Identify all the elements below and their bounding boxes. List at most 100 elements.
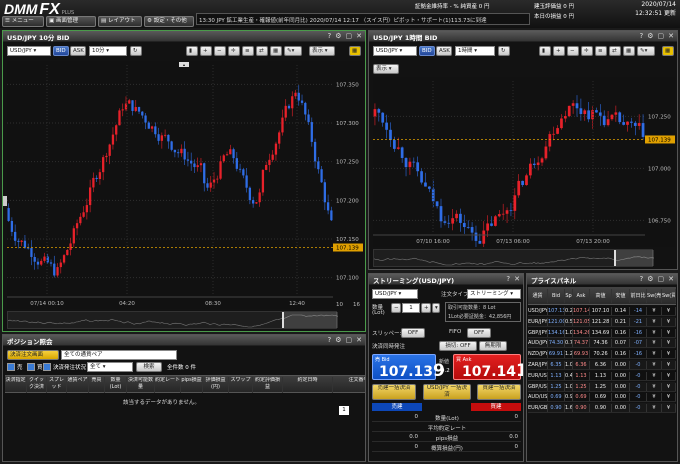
popout-icon[interactable]: ▢ xyxy=(658,275,665,283)
fifo-toggle[interactable]: OFF xyxy=(467,328,491,338)
positions-column-header[interactable]: 約定評価損益 xyxy=(253,377,283,393)
price-panel-column-header[interactable]: 通貨 xyxy=(528,289,548,303)
price-panel-column-header[interactable]: Sw(買) xyxy=(662,289,676,303)
pair-filter-input[interactable]: 全ての通貨ペア xyxy=(61,350,177,360)
compare-button[interactable]: ⇄ xyxy=(609,46,621,56)
slippage-toggle[interactable]: OFF xyxy=(401,328,425,338)
positions-column-header[interactable]: 決済指定 xyxy=(5,377,27,393)
positions-column-header[interactable]: 決済可能数量 xyxy=(127,377,155,393)
bulk-settle-all-button[interactable]: USD/JPY 一括決済 xyxy=(423,384,471,400)
search-button[interactable]: 検索 xyxy=(136,362,162,372)
draw-tool-button[interactable]: ✎▾ xyxy=(284,46,302,56)
ask-toggle[interactable]: ASK xyxy=(436,46,452,56)
layout-button[interactable]: ▤ レイアウト xyxy=(98,16,142,27)
chart-settings-button[interactable]: ▦ xyxy=(349,46,361,56)
order-type-select[interactable]: ストリーミング ▾ xyxy=(467,289,521,299)
gear-icon[interactable]: ⚙ xyxy=(647,32,653,40)
display-select[interactable]: 表示 ▾ xyxy=(373,64,399,74)
zoom-in-button[interactable]: + xyxy=(200,46,212,56)
draw-tool-button[interactable]: ✎▾ xyxy=(637,46,655,56)
bulk-settle-sell-button[interactable]: 売建一括決済 xyxy=(372,384,416,400)
chart-scroll-left[interactable] xyxy=(3,196,7,206)
overview-window[interactable] xyxy=(282,312,338,328)
timeframe-select[interactable]: 10分 ▾ xyxy=(89,46,127,56)
bulk-settle-buy-button[interactable]: 買建一括決済 xyxy=(477,384,521,400)
price-panel-row[interactable]: EUR/GBP0.901.60.900.900.00-0¥¥ xyxy=(528,403,676,414)
sell-button[interactable]: 売 Bid 107.139 xyxy=(372,354,445,381)
price-panel-column-header[interactable]: 高値 xyxy=(590,289,612,303)
price-panel-column-header[interactable]: 安値 xyxy=(612,289,630,303)
grid-button[interactable]: ▦ xyxy=(270,46,282,56)
price-panel-column-header[interactable]: 前日比 xyxy=(630,289,647,303)
price-panel-row[interactable]: GBP/JPY 134.16 1.0 134.26 134.69 0.16 -16 ¥ ¥ xyxy=(528,327,676,338)
price-panel-row[interactable]: NZD/JPY 69.91 1.2 69.93 70.26 0.16 -16 ¥ ¥ xyxy=(528,349,676,360)
gear-icon[interactable]: ⚙ xyxy=(647,275,653,283)
indicator-button[interactable]: ≡ xyxy=(242,46,254,56)
positions-column-header[interactable]: 約定日時 xyxy=(283,377,333,393)
help-icon[interactable]: ? xyxy=(640,32,644,40)
symbol-select[interactable]: USD/JPY ▾ xyxy=(7,46,51,56)
checkbox-buy[interactable] xyxy=(27,363,35,371)
overview-strip[interactable] xyxy=(373,249,655,267)
price-panel-column-header[interactable]: Bid xyxy=(548,289,565,303)
chart-collapse-handle[interactable]: ▴ xyxy=(179,62,189,67)
timeframe-select[interactable]: 1時間 ▾ xyxy=(455,46,495,56)
price-panel-row[interactable]: EUR/USD1.130.41.131.130.00-0¥¥ xyxy=(528,370,676,381)
crosshair-button[interactable]: ✛ xyxy=(581,46,593,56)
positions-column-header[interactable]: 数量(Lot) xyxy=(105,377,127,393)
gear-icon[interactable]: ⚙ xyxy=(335,336,341,344)
indicator-button[interactable]: ≡ xyxy=(595,46,607,56)
streaming-symbol-select[interactable]: USD/JPY ▾ xyxy=(372,289,418,299)
help-icon[interactable]: ? xyxy=(640,275,644,283)
bid-toggle[interactable]: BID xyxy=(53,46,69,56)
positions-column-header[interactable]: クイック決済 xyxy=(27,377,47,393)
refresh-button[interactable]: ↻ xyxy=(130,46,142,56)
candle-type-button[interactable]: ▮ xyxy=(539,46,551,56)
grid-button[interactable]: ▦ xyxy=(623,46,635,56)
menu-button[interactable]: ☰ メニュー xyxy=(2,16,44,27)
close-icon[interactable]: ✕ xyxy=(514,275,520,283)
qty-input[interactable]: 1 xyxy=(402,303,420,313)
settings-button[interactable]: ⚙ 設定・その他 xyxy=(144,16,194,27)
price-panel-row[interactable]: AUD/USD0.690.90.690.690.00-0¥¥ xyxy=(528,392,676,403)
positions-column-header[interactable]: 注文番号 xyxy=(333,377,365,393)
buy-button[interactable]: 買 Ask 107.141 xyxy=(453,354,523,381)
positions-column-header[interactable]: pips損益 xyxy=(181,377,203,393)
compare-button[interactable]: ⇄ xyxy=(256,46,268,56)
help-icon[interactable]: ? xyxy=(328,336,332,344)
help-icon[interactable]: ? xyxy=(328,32,332,40)
price-panel-column-header[interactable]: Ask xyxy=(573,289,590,303)
close-icon[interactable]: ✕ xyxy=(668,32,674,40)
positions-column-header[interactable]: 通貨ペア xyxy=(67,377,89,393)
refresh-button[interactable]: ↻ xyxy=(498,46,510,56)
positions-column-header[interactable]: スプレッド xyxy=(47,377,67,393)
stop-loss-toggle[interactable]: 損切: OFF xyxy=(439,341,477,351)
popout-icon[interactable]: ▢ xyxy=(346,32,353,40)
price-panel-column-header[interactable]: Sp xyxy=(565,289,573,303)
overview-strip[interactable] xyxy=(7,311,339,329)
help-icon[interactable]: ? xyxy=(506,275,510,283)
checkbox-settled[interactable] xyxy=(43,363,51,371)
settled-status-select[interactable]: 全て ▾ xyxy=(87,362,133,372)
positions-column-header[interactable]: 評価損益(円) xyxy=(203,377,229,393)
candle-type-button[interactable]: ▮ xyxy=(186,46,198,56)
checkbox-sell[interactable] xyxy=(7,363,15,371)
price-panel-row[interactable]: EUR/JPY 121.00 0.5 121.05 121.28 0.21 -21 ¥ ¥ xyxy=(528,316,676,327)
qty-decrement-button[interactable]: − xyxy=(391,303,401,313)
price-panel-row[interactable]: AUD/JPY 74.30 0.7 74.37 74.36 0.07 -07 ¥ ¥ xyxy=(528,338,676,349)
price-panel-column-header[interactable]: Sw(売) xyxy=(647,289,662,303)
positions-column-header[interactable]: 売買 xyxy=(89,377,105,393)
zoom-in-button[interactable]: + xyxy=(553,46,565,56)
qty-increment-button[interactable]: + xyxy=(421,303,431,313)
zoom-out-button[interactable]: − xyxy=(567,46,579,56)
close-icon[interactable]: ✕ xyxy=(356,32,362,40)
display-select[interactable]: 表示 ▾ xyxy=(309,46,335,56)
expiry-select[interactable]: 無期限 xyxy=(479,341,507,351)
price-panel-row[interactable]: GBP/USD1.251.01.251.250.00-0¥¥ xyxy=(528,381,676,392)
crosshair-button[interactable]: ✛ xyxy=(228,46,240,56)
close-icon[interactable]: ✕ xyxy=(668,275,674,283)
zoom-out-button[interactable]: − xyxy=(214,46,226,56)
chart-settings-button[interactable]: ▦ xyxy=(662,46,674,56)
bid-toggle[interactable]: BID xyxy=(419,46,435,56)
positions-column-header[interactable]: 約定レート xyxy=(155,377,181,393)
